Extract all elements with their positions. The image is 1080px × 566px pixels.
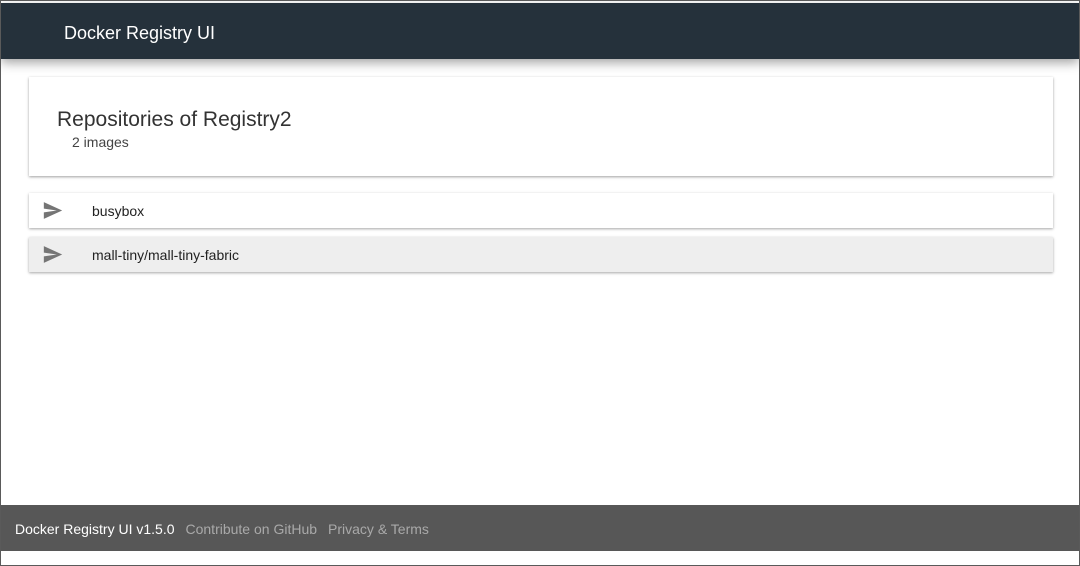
repository-name: busybox [92,203,145,219]
catalog-title: Repositories of Registry2 [57,108,292,131]
app-footer: Docker Registry UI v1.5.0 Contribute on G… [1,505,1079,551]
footer-content: Docker Registry UI v1.5.0 Contribute on G… [15,520,429,538]
repository-item-busybox[interactable]: busybox [29,193,1053,228]
repository-list: busybox mall-tiny/mall-tiny-fabric [29,193,1053,281]
contribute-github-link[interactable]: Contribute on GitHub [186,521,318,537]
image-count: 2 images [72,134,129,150]
catalog-card: Repositories of Registry2 2 images [29,77,1053,176]
repository-name: mall-tiny/mall-tiny-fabric [92,247,240,263]
footer-brand: Docker Registry UI v1.5.0 [15,521,175,537]
app-header: Docker Registry UI [1,3,1079,59]
app-title[interactable]: Docker Registry UI [64,22,215,44]
send-icon [43,202,63,219]
main-content: Repositories of Registry2 2 images busyb… [1,59,1079,505]
privacy-terms-link[interactable]: Privacy & Terms [328,521,429,537]
send-icon [43,246,63,263]
repository-item-mall-tiny-fabric[interactable]: mall-tiny/mall-tiny-fabric [29,237,1053,272]
app-window: Docker Registry UI Repositories of Regis… [0,0,1080,566]
